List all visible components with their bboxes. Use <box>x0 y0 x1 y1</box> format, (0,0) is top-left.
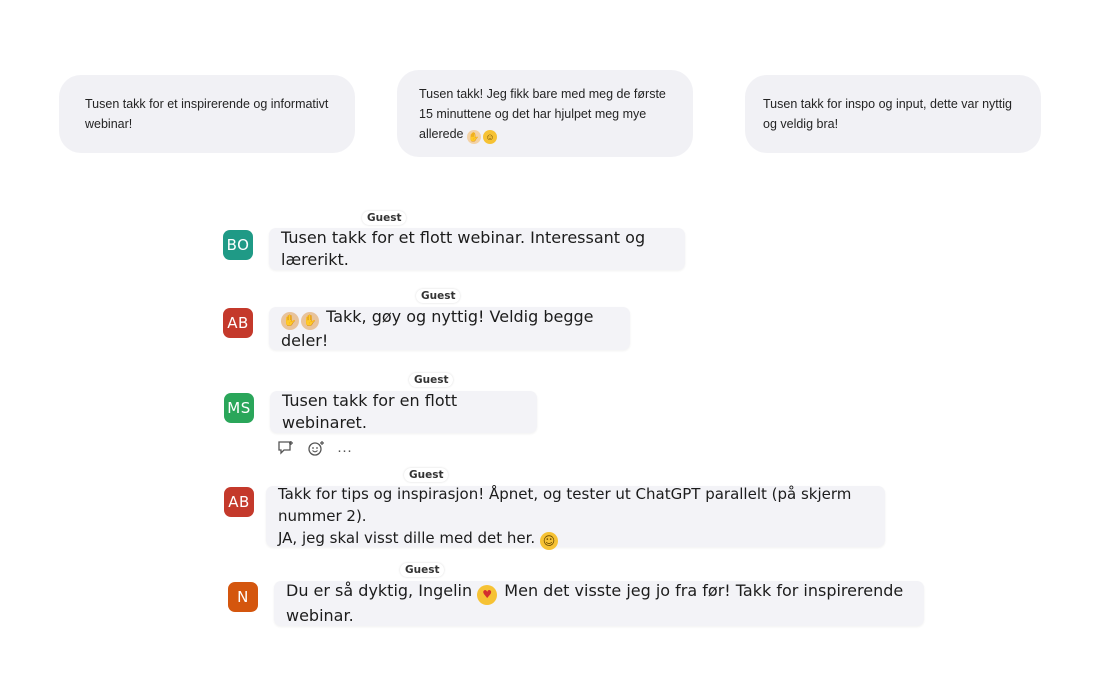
message-text-part: Du er så dyktig, Ingelin <box>286 581 473 600</box>
guest-tag: Guest <box>416 289 461 303</box>
chat-message[interactable]: Du er så dyktig, Ingelin ♥ Men det visst… <box>274 581 924 626</box>
guest-tag: Guest <box>404 468 449 482</box>
message-actions: ··· <box>277 440 352 460</box>
feedback-text: Tusen takk! Jeg fikk bare med meg de før… <box>419 84 667 144</box>
heart-eyes-icon: ♥ <box>477 585 498 605</box>
chat-message[interactable]: Takk for tips og inspirasjon! Åpnet, og … <box>266 483 885 550</box>
chat-message[interactable]: Tusen takk for et flott webinar. Interes… <box>269 228 685 270</box>
message-text: Tusen takk for en flott webinaret. <box>282 391 458 432</box>
avatar[interactable]: N <box>228 582 258 612</box>
feedback-card-1: Tusen takk for et inspirerende og inform… <box>59 75 355 153</box>
add-reaction-icon[interactable] <box>307 440 325 460</box>
message-line: JA, jeg skal visst dille med det her. ☺ <box>278 527 873 550</box>
avatar[interactable]: AB <box>224 487 254 517</box>
avatar[interactable]: BO <box>223 230 253 260</box>
smile-icon: ☺ <box>482 129 497 144</box>
avatar[interactable]: MS <box>224 393 254 423</box>
reply-icon[interactable] <box>277 440 295 460</box>
guest-tag: Guest <box>362 211 407 225</box>
message-text: ✋ ✋ Takk, gøy og nyttig! Veldig begge del… <box>281 306 618 352</box>
message-text: Tusen takk for et flott webinar. Interes… <box>281 228 646 269</box>
clapping-hands-icon: ✋ <box>281 311 299 330</box>
praying-hands-icon: ✋ <box>466 129 481 144</box>
more-options-icon[interactable]: ··· <box>337 442 352 459</box>
feedback-card-3: Tusen takk for inspo og input, dette var… <box>745 75 1041 153</box>
clapping-hands-icon: ✋ <box>301 311 319 330</box>
message-body: Takk, gøy og nyttig! Veldig begge deler! <box>281 306 594 350</box>
message-line: Takk for tips og inspirasjon! Åpnet, og … <box>278 485 852 525</box>
feedback-text-body: Tusen takk! Jeg fikk bare med meg de før… <box>419 86 666 141</box>
guest-tag: Guest <box>400 563 445 577</box>
grinning-face-icon: ☺ <box>539 532 558 550</box>
message-text: Takk for tips og inspirasjon! Åpnet, og … <box>278 483 873 550</box>
feedback-text: Tusen takk for et inspirerende og inform… <box>85 97 329 131</box>
feedback-text: Tusen takk for inspo og input, dette var… <box>763 97 1012 131</box>
chat-message[interactable]: ✋ ✋ Takk, gøy og nyttig! Veldig begge del… <box>269 307 630 350</box>
message-text: Du er så dyktig, Ingelin ♥ Men det visst… <box>286 580 912 627</box>
chat-message[interactable]: Tusen takk for en flott webinaret. <box>270 391 537 433</box>
guest-tag: Guest <box>409 373 454 387</box>
feedback-card-2: Tusen takk! Jeg fikk bare med meg de før… <box>397 70 693 157</box>
avatar[interactable]: AB <box>223 308 253 338</box>
message-line-text: JA, jeg skal visst dille med det her. <box>278 529 536 547</box>
